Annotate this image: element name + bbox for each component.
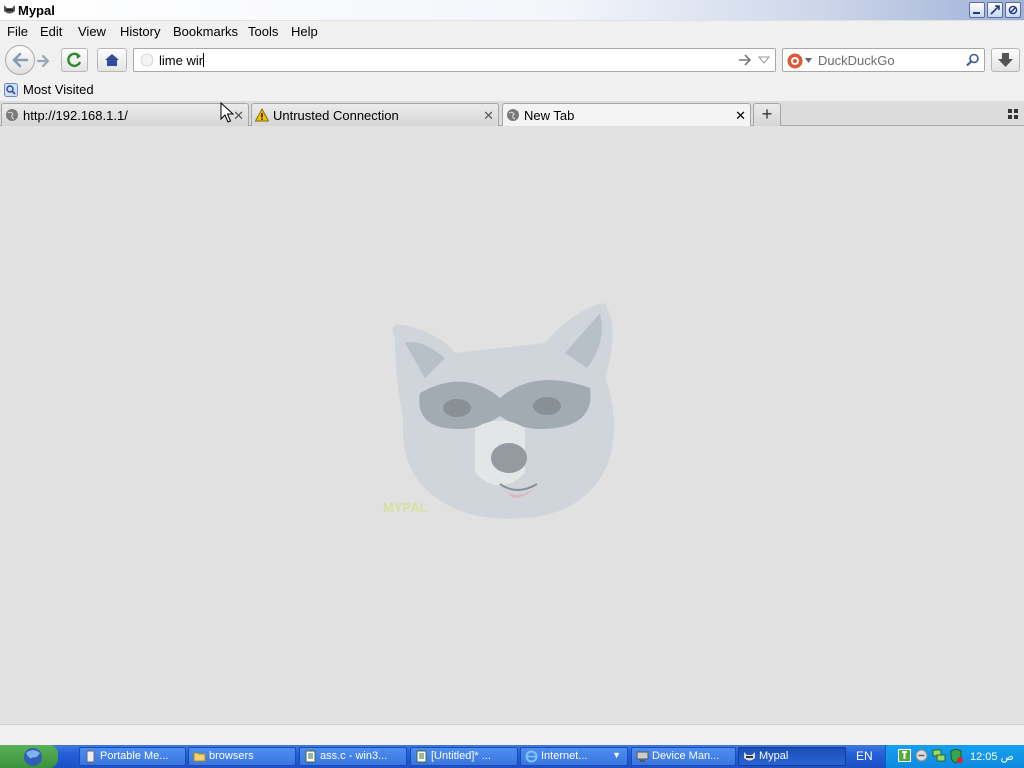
menu-help[interactable]: Help [291,24,318,39]
url-bar[interactable]: lime wir [133,48,776,72]
download-icon [998,53,1013,67]
tab-router[interactable]: http://192.168.1.1/ ✕ [1,103,249,126]
task-label: browsers [209,750,254,762]
tab-label: New Tab [524,108,575,123]
logo-text: MYPAL [383,500,428,515]
text-caret [203,53,205,67]
home-icon [105,54,119,66]
task-device-manager[interactable]: Device Man... [631,747,736,766]
menu-bookmarks[interactable]: Bookmarks [173,24,238,39]
task-label: [Untitled]* ... [431,750,491,762]
task-label: Device Man... [652,750,720,762]
notepad-icon [305,750,316,763]
task-mypal[interactable]: Mypal [738,747,846,766]
start-button[interactable] [0,745,58,768]
tab-strip: http://192.168.1.1/ ✕ Untrusted Connecti… [0,101,1024,127]
forward-arrow-icon [36,54,50,68]
mouse-cursor-icon [220,102,234,123]
bookmarks-toolbar: Most Visited [0,79,1024,101]
ie-icon [525,750,538,763]
task-label: Internet... [541,750,588,762]
url-input[interactable]: lime wir [159,53,205,68]
duckduckgo-icon[interactable] [787,53,803,69]
tab-groups-icon[interactable] [1008,109,1018,119]
device-manager-icon [636,751,649,762]
mypal-icon [744,752,755,761]
network-icon[interactable] [932,748,946,763]
downloads-button[interactable] [991,48,1020,72]
tab-label: http://192.168.1.1/ [23,108,128,123]
minimize-button[interactable] [969,2,985,18]
search-bar[interactable]: DuckDuckGo [782,48,985,72]
most-visited-icon [4,83,18,97]
taskbar: Portable Me... browsers ass.c - win3... … [0,745,1024,768]
status-bar [0,724,1024,745]
navigation-toolbar: lime wir DuckDuckGo [0,43,1024,79]
security-shield-icon[interactable] [949,748,964,764]
task-label: ass.c - win3... [320,750,388,762]
menu-bar: File Edit View History Bookmarks Tools H… [0,21,1024,43]
reload-button[interactable] [61,48,88,72]
search-input[interactable]: DuckDuckGo [818,53,895,68]
url-value: lime wir [159,53,204,68]
window-title: Mypal [18,3,55,18]
restore-icon [990,5,1000,15]
reload-icon [67,52,82,68]
back-button[interactable] [5,45,35,75]
minimize-icon [973,12,980,14]
menu-history[interactable]: History [120,24,160,39]
tab-untrusted-connection[interactable]: Untrusted Connection ✕ [251,103,499,126]
mypal-icon [4,5,15,14]
language-indicator[interactable]: EN [856,749,873,763]
bookmark-label: Most Visited [23,82,94,97]
tab-label: Untrusted Connection [273,108,399,123]
task-label: Portable Me... [100,750,169,762]
plus-icon: + [761,104,773,124]
close-tab-icon[interactable]: ✕ [233,108,244,124]
tab-new-tab[interactable]: New Tab ✕ [502,103,751,127]
new-tab-button[interactable]: + [753,103,781,126]
mypal-raccoon-logo: MYPAL [383,303,614,519]
folder-icon [193,752,206,762]
close-tab-icon[interactable]: ✕ [483,108,494,124]
menu-tools[interactable]: Tools [248,24,278,39]
clock: 12:05 ص [970,751,1014,763]
start-logo-icon [24,748,42,766]
task-browsers-folder[interactable]: browsers [188,747,296,766]
go-arrow-icon[interactable] [738,54,752,66]
task-untitled[interactable]: [Untitled]* ... [410,747,518,766]
task-portable-media[interactable]: Portable Me... [79,747,186,766]
search-icon[interactable] [966,53,980,67]
close-icon [1008,5,1018,15]
globe-icon [6,109,18,121]
page-identity-icon [140,53,154,67]
notepad-icon [416,750,427,763]
menu-view[interactable]: View [78,24,106,39]
dropdown-history-icon[interactable] [758,56,770,65]
page-content: MYPAL [0,126,1024,724]
home-button[interactable] [97,48,127,72]
restore-button[interactable] [987,2,1003,18]
task-ass-c[interactable]: ass.c - win3... [299,747,407,766]
group-dropdown-icon[interactable]: ▼ [612,750,621,760]
forward-button[interactable] [34,51,54,71]
close-tab-icon[interactable]: ✕ [735,108,746,124]
title-bar: Mypal [0,0,1024,20]
warning-icon [255,108,269,122]
globe-icon [507,109,519,121]
back-arrow-icon [12,52,29,68]
menu-edit[interactable]: Edit [40,24,62,39]
torrent-icon[interactable] [898,749,911,762]
status-circle-icon[interactable] [915,749,928,762]
app-icon [86,750,95,763]
close-window-button[interactable] [1005,2,1021,18]
menu-file[interactable]: File [7,24,28,39]
search-engine-dropdown-icon[interactable] [805,58,812,63]
task-internet-explorer[interactable]: Internet... ▼ [520,747,628,766]
task-label: Mypal [759,750,789,762]
